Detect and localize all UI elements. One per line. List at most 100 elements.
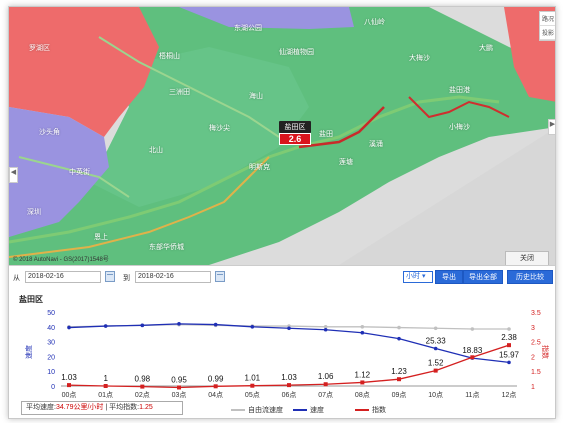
x-tick-label: 12点 (502, 391, 517, 399)
y-left-tick-label: 0 (51, 384, 55, 391)
y-left-tick-label: 40 (47, 325, 55, 332)
legend-swatch (293, 409, 307, 412)
y-right-tick-label: 3.5 (531, 310, 541, 317)
y-right-tick-label: 2 (531, 354, 535, 361)
map-label: 溪涌 (369, 141, 383, 148)
x-tick-label: 02点 (135, 391, 150, 399)
x-tick-label: 09点 (392, 391, 407, 399)
y-left-tick-label: 20 (47, 354, 55, 361)
speed-point (103, 324, 108, 328)
close-panel-button[interactable]: 关闭 (505, 251, 549, 265)
x-tick-label: 08点 (355, 391, 370, 399)
legend-label: 速度 (310, 407, 324, 414)
speed-point (433, 346, 438, 351)
index-point (323, 382, 328, 387)
legend-swatch (231, 409, 245, 412)
index-point (213, 384, 218, 389)
district-name: 盐田区 (279, 121, 311, 133)
index-point (103, 384, 108, 388)
index-data-label: 0.98 (135, 375, 151, 384)
legend-item[interactable]: 指数 (355, 405, 386, 415)
district-marker[interactable]: 盐田区 2.6 (279, 121, 311, 145)
speed-data-label: 25.33 (426, 337, 447, 346)
map-label: 盐田港 (449, 87, 470, 94)
x-tick-label: 06点 (282, 391, 297, 399)
index-point (177, 385, 181, 390)
x-tick-label: 10点 (428, 391, 443, 399)
y-left-tick-label: 30 (47, 340, 55, 347)
index-data-label: 1 (103, 374, 108, 383)
map-label: 八仙岭 (364, 19, 385, 26)
map-label: 东湖公园 (234, 25, 262, 32)
index-data-label: 0.99 (208, 374, 224, 383)
speed-point (507, 327, 511, 331)
x-tick-label: 00点 (62, 391, 77, 399)
speed-point (177, 322, 181, 326)
index-point (507, 343, 511, 348)
y-left-tick-label: 50 (47, 310, 55, 317)
avg-speed-label: 平均速度: (26, 404, 56, 411)
avg-speed-value: 34.79公里/小时 (55, 404, 104, 411)
legend-label: 自由流速度 (248, 407, 283, 414)
map-label: 仙湖植物园 (279, 49, 314, 56)
y-right-tick-label: 1.5 (531, 369, 541, 376)
speed-point (67, 325, 71, 330)
map-label: 梅沙尖 (209, 125, 230, 132)
map-label: 三洲田 (169, 89, 190, 96)
map-label: 东部华侨城 (149, 244, 184, 251)
traffic-toggle-button[interactable]: 路况 (540, 12, 555, 26)
speed-point (433, 326, 438, 331)
speed-data-label: 15.97 (499, 350, 520, 359)
stats-divider: | (105, 404, 108, 411)
avg-index-value: 1.25 (139, 404, 153, 411)
speed-point (287, 326, 291, 331)
speed-point (140, 323, 145, 328)
map-label: 梧桐山 (159, 53, 180, 60)
map-label: 盐田 (319, 131, 333, 138)
speed-point (397, 336, 401, 341)
index-point (397, 377, 401, 382)
index-data-label: 1.03 (61, 373, 77, 382)
traffic-map[interactable]: 梧桐山 东湖公园 仙湖植物园 大梅沙 盐田港 沙头角 中英街 海山 明斯克 溪涌… (9, 7, 555, 265)
speed-point (397, 325, 401, 330)
index-data-label: 1.12 (355, 370, 371, 379)
y-right-axis-title: 指数 (541, 345, 550, 359)
legend-item[interactable]: 速度 (293, 405, 324, 415)
speed-point (507, 360, 511, 365)
speed-data-label: 18.83 (462, 346, 483, 355)
expand-right-icon[interactable]: ▶ (548, 119, 555, 135)
index-data-label: 1.52 (428, 359, 444, 368)
index-point (67, 383, 71, 388)
map-label: 深圳 (27, 209, 41, 216)
index-data-label: 1.06 (318, 372, 334, 381)
traffic-app-frame: 梧桐山 东湖公园 仙湖植物园 大梅沙 盐田港 沙头角 中英街 海山 明斯克 溪涌… (8, 6, 556, 419)
map-label: 小梅沙 (449, 124, 470, 131)
legend-item[interactable]: 自由流速度 (231, 405, 283, 415)
analysis-panel: 从 2018-02-16 到 2018-02-16 小时 ▾ 导出 导出全部 历… (9, 265, 555, 418)
index-point (140, 384, 145, 389)
index-point (250, 383, 255, 388)
projection-button[interactable]: 投影 (540, 26, 555, 40)
index-data-label: 0.95 (171, 375, 187, 384)
map-label: 恩上 (94, 234, 108, 241)
x-tick-label: 01点 (98, 391, 113, 399)
collapse-left-icon[interactable]: ◀ (9, 167, 18, 183)
map-label: 沙头角 (39, 129, 60, 136)
district-index-value: 2.6 (279, 133, 311, 145)
y-right-tick-label: 2.5 (531, 340, 541, 347)
map-label: 海山 (249, 93, 263, 100)
index-point (360, 380, 365, 385)
x-tick-label: 05点 (245, 391, 260, 399)
map-copyright: © 2018 AutoNavi - GS(2017)1548号 (13, 257, 109, 263)
index-data-label: 1.23 (391, 367, 407, 376)
x-tick-label: 11点 (465, 391, 479, 399)
speed-point (360, 330, 365, 335)
x-tick-label: 04点 (208, 391, 223, 399)
x-tick-label: 03点 (172, 391, 187, 399)
summary-stats: 平均速度:34.79公里/小时 | 平均指数:1.25 (21, 401, 183, 415)
map-tools: 路况 投影 (539, 11, 555, 41)
index-point (287, 383, 291, 388)
map-label: 明斯克 (249, 164, 270, 171)
y-left-axis-title: 速度 (24, 345, 33, 359)
y-left-tick-label: 10 (47, 369, 55, 376)
